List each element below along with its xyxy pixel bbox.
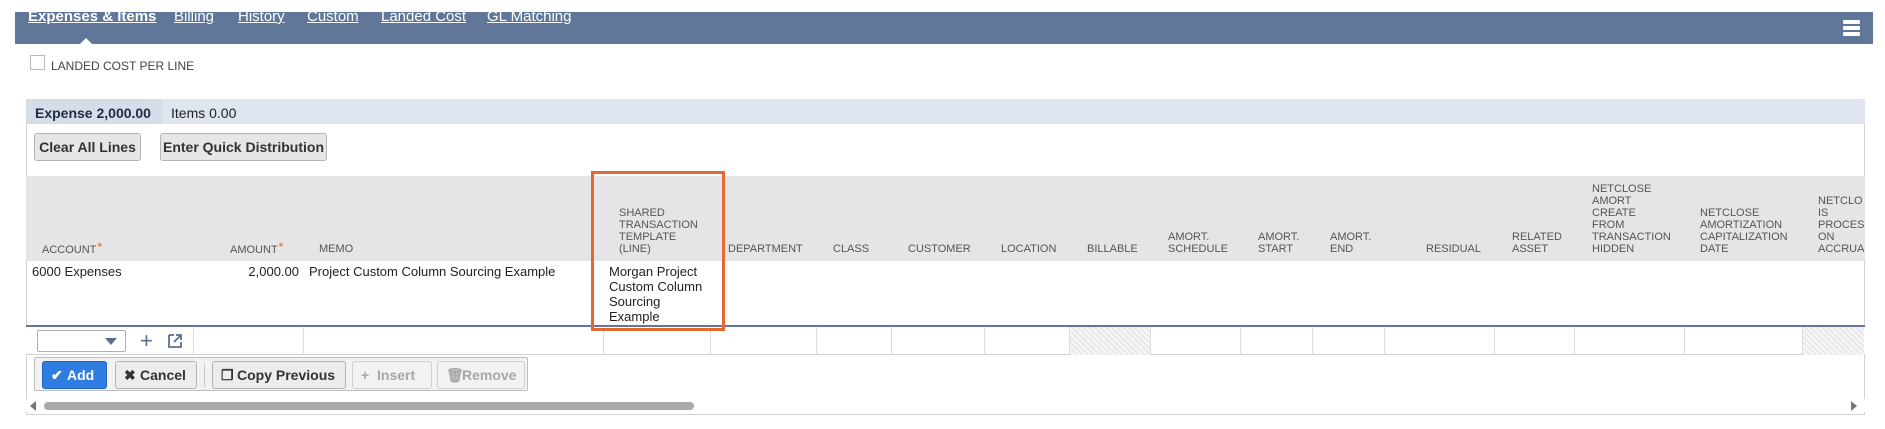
edit-row-divider (816, 327, 817, 355)
tab-history[interactable]: History (238, 8, 285, 25)
scroll-right-arrow-icon[interactable] (1851, 401, 1857, 411)
col-amort-schedule: AMORT. SCHEDULE (1168, 231, 1228, 255)
landed-cost-per-line-label: LANDED COST PER LINE (51, 59, 195, 73)
edit-row-divider (1240, 327, 1241, 355)
menu-icon[interactable] (1843, 20, 1860, 37)
col-amort-start: AMORT. START (1258, 231, 1300, 255)
col-netclose-processed-accrual: NETCLO IS PROCES ON ACCRUA (1818, 195, 1864, 255)
tab-gl-matching[interactable]: GL Matching (487, 8, 572, 25)
col-memo: MEMO (319, 243, 354, 255)
row-account[interactable]: 6000 Expenses (32, 264, 122, 279)
open-in-new-window-icon[interactable] (166, 332, 184, 350)
col-related-asset: RELATED ASSET (1512, 231, 1562, 255)
enter-quick-distribution-button[interactable]: Enter Quick Distribution (160, 133, 327, 161)
col-amount: AMOUNT* (230, 240, 284, 256)
col-location: LOCATION (1001, 243, 1057, 255)
chevron-down-icon (105, 338, 117, 345)
highlight-box (591, 171, 725, 331)
scrollbar-thumb[interactable] (44, 402, 694, 410)
col-billable: BILLABLE (1087, 243, 1138, 255)
scroll-left-arrow-icon[interactable] (30, 401, 36, 411)
subtab-bar (26, 99, 1865, 124)
cancel-button[interactable]: ✖ Cancel (115, 361, 197, 389)
edit-row-divider (1384, 327, 1385, 355)
subtab-items[interactable]: Items 0.00 (171, 105, 236, 121)
landed-cost-per-line-checkbox[interactable] (30, 55, 45, 70)
insert-button[interactable]: + Insert (352, 361, 432, 389)
edit-row-divider (1684, 327, 1685, 355)
active-tab-caret-icon (80, 38, 92, 44)
col-account: ACCOUNT* (42, 240, 103, 256)
clear-all-lines-button[interactable]: Clear All Lines (34, 133, 141, 161)
tab-custom[interactable]: Custom (307, 8, 359, 25)
col-department: DEPARTMENT (728, 243, 803, 255)
edit-row-divider (1574, 327, 1575, 355)
add-new-account-icon[interactable]: + (140, 330, 153, 352)
edit-row-divider (603, 327, 604, 355)
col-class: CLASS (833, 243, 870, 255)
edit-row-divider (193, 327, 194, 355)
edit-row-divider (1494, 327, 1495, 355)
copy-icon: ❐ (221, 367, 234, 383)
copy-previous-button[interactable]: ❐ Copy Previous (212, 361, 346, 389)
tab-expenses-items[interactable]: Expenses & Items (28, 8, 156, 25)
edit-row-divider (891, 327, 892, 355)
col-netclose-amort-create-hidden: NETCLOSE AMORT CREATE FROM TRANSACTION H… (1592, 183, 1671, 255)
edit-row-divider (710, 327, 711, 355)
row-amount[interactable]: 2,000.00 (200, 264, 299, 279)
col-customer: CUSTOMER (908, 243, 971, 255)
add-button[interactable]: ✔ Add (42, 361, 107, 389)
col-amort-end: AMORT. END (1330, 231, 1372, 255)
edit-row (26, 325, 1865, 355)
close-icon: ✖ (124, 367, 136, 383)
edit-row-divider (1150, 327, 1151, 355)
tab-billing[interactable]: Billing (174, 8, 214, 25)
action-bar-divider (204, 363, 205, 387)
edit-row-divider (303, 327, 304, 355)
tab-landed-cost[interactable]: Landed Cost (381, 8, 466, 25)
col-netclose-capitalization-date: NETCLOSE AMORTIZATION CAPITALIZATION DAT… (1700, 207, 1788, 255)
plus-icon: + (361, 367, 370, 383)
tab-bar (15, 12, 1873, 44)
trash-icon: 🗑 (446, 367, 464, 383)
account-select[interactable] (37, 330, 126, 352)
accrual-cell-disabled (1803, 327, 1864, 355)
subtab-expense[interactable]: Expense 2,000.00 (35, 105, 151, 121)
remove-button[interactable]: 🗑 Remove (437, 361, 525, 389)
checkmark-icon: ✔ (51, 367, 63, 383)
billable-cell-disabled (1070, 327, 1150, 355)
edit-row-divider (984, 327, 985, 355)
row-memo[interactable]: Project Custom Column Sourcing Example (309, 264, 555, 279)
col-residual: RESIDUAL (1426, 243, 1482, 255)
edit-row-divider (1312, 327, 1313, 355)
